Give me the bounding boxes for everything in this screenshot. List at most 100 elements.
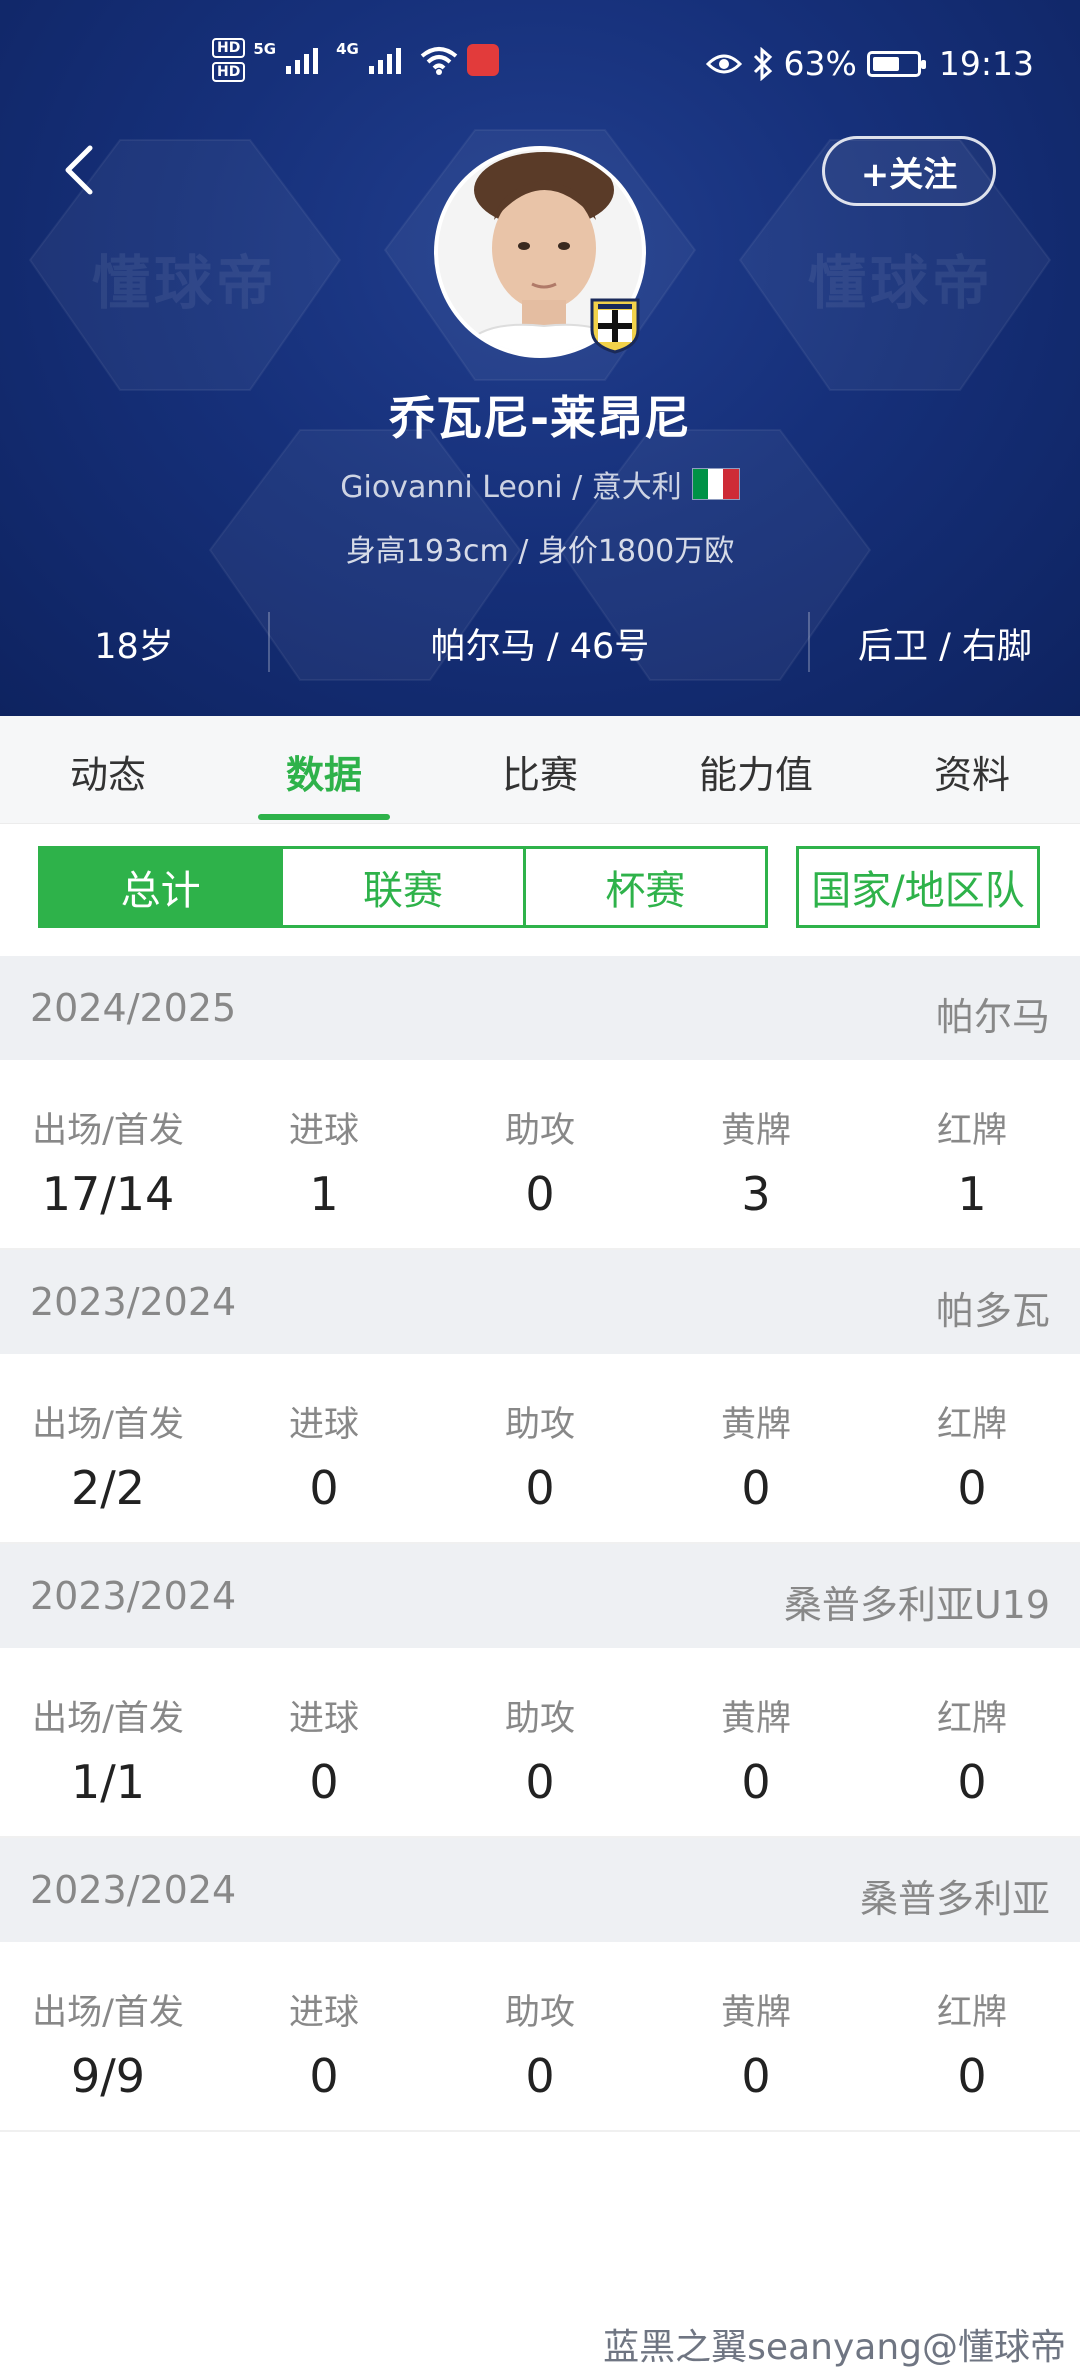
watermark-left: 懂球帝 [92,249,279,317]
segment-cup[interactable]: 杯赛 [525,849,765,925]
stat-label: 助攻 [504,1993,575,2033]
season-header: 2024/2025 帕尔马 [0,956,1080,1060]
stat-goals: 进球 0 [216,1396,432,1515]
season-year: 2023/2024 [30,1280,237,1324]
stat-label: 进球 [288,1993,359,2033]
season-year: 2024/2025 [30,986,237,1030]
stat-assists: 助攻 0 [432,1690,648,1809]
stat-value: 0 [309,1461,339,1515]
flag-white-band [708,469,724,499]
stat-value: 0 [741,1461,771,1515]
stat-label: 黄牌 [720,1699,791,1739]
stat-value: 17/14 [41,1167,175,1221]
stat-value: 0 [525,1167,555,1221]
stat-assists: 助攻 0 [432,1396,648,1515]
segment-national-team[interactable]: 国家/地区队 [796,846,1040,928]
clock: 19:13 [938,44,1034,83]
divider [808,612,810,672]
stat-label: 进球 [288,1699,359,1739]
stat-value: 9/9 [70,2049,146,2103]
stat-label: 红牌 [936,1405,1007,1445]
club-badge-icon [590,298,640,354]
season-stats-row[interactable]: 出场/首发 1/1 进球 0 助攻 0 黄牌 0 红牌 0 [0,1648,1080,1838]
wifi-icon [420,47,458,75]
stat-value: 0 [309,2049,339,2103]
stat-label: 出场/首发 [32,1699,184,1739]
bluetooth-icon [753,46,772,81]
stat-label: 黄牌 [720,1993,791,2033]
season-header: 2023/2024 桑普多利亚U19 [0,1544,1080,1648]
stat-value: 3 [741,1167,771,1221]
hd2-badge: HD [212,62,246,82]
notification-app-icon [466,44,499,76]
position-foot: 后卫 / 右脚 [857,627,1033,667]
tab-ability[interactable]: 能力值 [648,744,864,799]
stat-label: 进球 [288,1405,359,1445]
back-arrow-icon[interactable] [52,140,112,200]
footer-watermark: 蓝黑之翼seanyang@懂球帝 [603,2327,1066,2368]
tab-data[interactable]: 数据 [216,744,432,799]
stat-label: 助攻 [504,1405,575,1445]
stat-assists: 助攻 0 [432,1102,648,1221]
stat-yellow: 黄牌 0 [648,1690,864,1809]
follow-button[interactable]: +关注 [822,136,996,206]
stat-label: 出场/首发 [32,1993,184,2033]
net2-label: 4G [336,40,359,58]
season-club: 帕尔马 [935,995,1050,1039]
season-header: 2023/2024 帕多瓦 [0,1250,1080,1354]
net1-label: 5G [253,40,277,58]
name-nation-line: Giovanni Leoni / 意大利 [0,462,1080,506]
flag-red-band [723,469,739,499]
season-year: 2023/2024 [30,1574,237,1618]
battery-icon [866,50,926,77]
stat-value: 0 [741,1755,771,1809]
divider [268,612,270,672]
season-club: 桑普多利亚U19 [783,1583,1050,1627]
stat-value: 1/1 [70,1755,146,1809]
segment-total[interactable]: 总计 [41,849,284,925]
age: 18岁 [94,627,174,667]
stat-label: 红牌 [936,1111,1007,1151]
stat-value: 0 [957,2049,987,2103]
season-stats-row[interactable]: 出场/首发 9/9 进球 0 助攻 0 黄牌 0 红牌 0 [0,1942,1080,2132]
status-left: HD HD 5G 4G [212,38,499,82]
tab-profile[interactable]: 资料 [864,744,1080,799]
stat-value: 0 [957,1461,987,1515]
stat-value: 2/2 [70,1461,146,1515]
stat-goals: 进球 1 [216,1102,432,1221]
eye-comfort-icon [705,54,742,73]
tab-news[interactable]: 动态 [0,744,216,799]
battery-percent: 63% [783,44,857,83]
season-stats-row[interactable]: 出场/首发 2/2 进球 0 助攻 0 黄牌 0 红牌 0 [0,1354,1080,1544]
stat-label: 助攻 [504,1111,575,1151]
stat-label: 助攻 [504,1699,575,1739]
stat-apps: 出场/首发 9/9 [0,1984,216,2103]
stat-label: 出场/首发 [32,1405,184,1445]
stat-goals: 进球 0 [216,1984,432,2103]
stat-value: 0 [957,1755,987,1809]
season-year: 2023/2024 [30,1868,237,1912]
stat-assists: 助攻 0 [432,1984,648,2103]
player-name: 乔瓦尼-莱昂尼 [388,391,692,445]
height-value-line: 身高193cm / 身价1800万欧 [345,534,735,569]
stat-red: 红牌 0 [864,1690,1080,1809]
stat-value: 1 [957,1167,987,1221]
tab-matches[interactable]: 比赛 [432,744,648,799]
stat-red: 红牌 0 [864,1984,1080,2103]
season-stats-row[interactable]: 出场/首发 17/14 进球 1 助攻 0 黄牌 3 红牌 1 [0,1060,1080,1250]
stat-apps: 出场/首发 1/1 [0,1690,216,1809]
stat-value: 1 [309,1167,339,1221]
player-info-row: 18岁 帕尔马 / 46号 后卫 / 右脚 [0,608,1080,674]
segment-league[interactable]: 联赛 [283,849,526,925]
stat-yellow: 黄牌 0 [648,1396,864,1515]
stat-value: 0 [525,2049,555,2103]
stat-value: 0 [741,2049,771,2103]
stat-apps: 出场/首发 2/2 [0,1396,216,1515]
stat-red: 红牌 0 [864,1396,1080,1515]
watermark-right: 懂球帝 [808,249,995,317]
stat-label: 黄牌 [720,1111,791,1151]
season-header: 2023/2024 桑普多利亚 [0,1838,1080,1942]
stat-label: 红牌 [936,1993,1007,2033]
season-club: 桑普多利亚 [859,1877,1050,1921]
stat-apps: 出场/首发 17/14 [0,1102,216,1221]
